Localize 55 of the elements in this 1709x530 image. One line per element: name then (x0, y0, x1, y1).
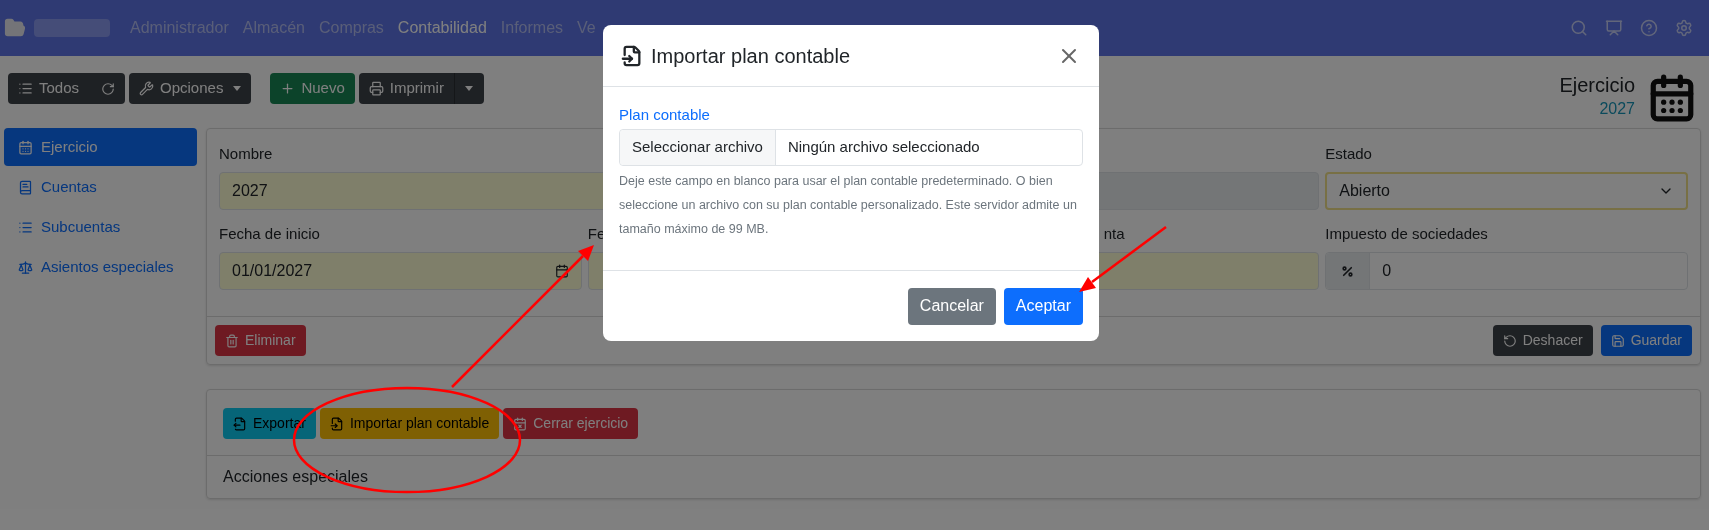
field-label: Impuesto de sociedades (1325, 224, 1488, 244)
list-icon (18, 219, 33, 235)
sidebar-item[interactable]: Subcuentas (4, 208, 197, 246)
field-label: Plan contable (619, 106, 710, 123)
presentation-icon[interactable] (1605, 19, 1623, 37)
file-input[interactable]: Seleccionar archivo Ningún archivo seleccionado (619, 129, 1083, 166)
input-field[interactable]: 0 (1325, 252, 1688, 290)
book-icon (18, 179, 33, 195)
trash-icon (225, 333, 239, 348)
calendar-x-icon (513, 416, 528, 431)
percent-icon (1341, 264, 1355, 278)
field-label: Estado (1325, 144, 1372, 164)
modal-title: Importar plan contable (651, 43, 850, 69)
field-label: Nombre (219, 144, 273, 164)
select-field[interactable]: Abierto (1325, 172, 1688, 210)
settings-icon[interactable] (1675, 19, 1693, 37)
file-import-icon (621, 44, 643, 67)
toolbar-button[interactable]: Todos (8, 73, 126, 104)
button[interactable]: Importar plan contable (319, 408, 500, 439)
scale-icon (18, 259, 33, 275)
page-title: Ejercicio (1559, 73, 1635, 97)
undo-icon (1502, 333, 1517, 348)
button[interactable]: Cerrar ejercicio (503, 408, 639, 439)
dialog-button[interactable]: Cancelar (907, 287, 996, 325)
wrench-icon (139, 81, 155, 96)
field-label: nta (1102, 224, 1125, 244)
button[interactable]: Guardar (1600, 325, 1692, 356)
help-icon[interactable] (1640, 19, 1658, 37)
dialog-button[interactable]: Aceptar (1003, 287, 1083, 325)
refresh-icon (101, 81, 116, 96)
sidebar-item[interactable]: Asientos especiales (4, 248, 197, 286)
toolbar-button[interactable]: Opciones (129, 73, 252, 104)
printer-icon (368, 81, 384, 96)
caret-icon (465, 86, 474, 91)
date-field[interactable]: 01/01/2027 (219, 252, 582, 290)
dropdown-toggle[interactable] (453, 73, 484, 104)
sidebar-item[interactable]: Cuentas (4, 168, 197, 206)
calendar-icon (18, 139, 33, 155)
file-import-icon (329, 416, 344, 431)
sidebar-item[interactable]: Ejercicio (4, 128, 197, 166)
page-subtitle: 2027 (1599, 99, 1635, 119)
folder-icon (4, 17, 26, 39)
search-icon[interactable] (1570, 19, 1588, 37)
caret-icon (233, 86, 242, 91)
field-label: Fecha de inicio (219, 224, 320, 244)
list-icon (18, 81, 33, 96)
nav-link[interactable]: Contabilidad (397, 16, 487, 40)
plus-icon (280, 81, 296, 96)
calendar-icon (554, 264, 569, 278)
button[interactable]: Deshacer (1492, 325, 1593, 356)
save-icon (1610, 333, 1625, 348)
toolbar-button[interactable]: Imprimir (358, 73, 454, 104)
toolbar-button[interactable]: Nuevo (270, 73, 355, 104)
button[interactable]: Eliminar (215, 325, 306, 356)
file-export-icon (233, 416, 247, 431)
